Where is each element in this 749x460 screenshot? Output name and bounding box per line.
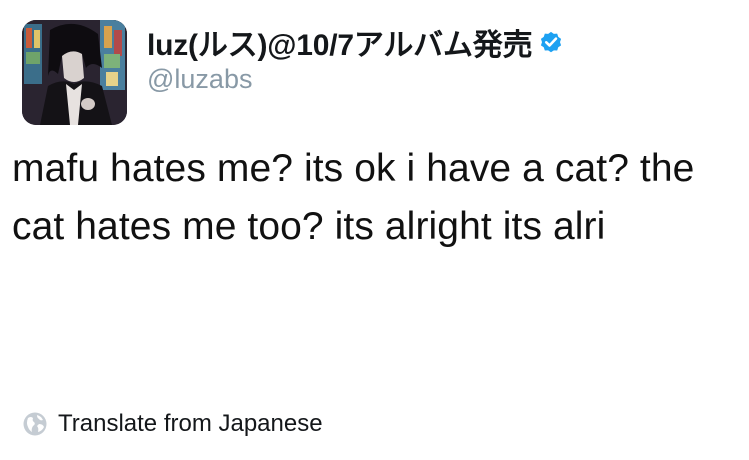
avatar-image [22,20,127,125]
avatar[interactable] [22,20,127,125]
author-handle[interactable]: @luzabs [147,64,564,95]
author-names: luz(ルス)@10/7アルバム発売 @luzabs [147,22,564,95]
author-display-name[interactable]: luz(ルス)@10/7アルバム発売 [147,20,533,64]
translate-link[interactable]: Translate from Japanese [22,410,323,438]
tweet-text: mafu hates me? its ok i have a cat? the … [12,147,695,248]
tweet-card: luz(ルス)@10/7アルバム発売 @luzabs mafu hates me… [0,0,749,460]
globe-icon [22,411,48,437]
translate-label: Translate from Japanese [58,410,323,437]
verified-badge-icon [538,29,564,55]
display-name-row: luz(ルス)@10/7アルバム発売 [147,22,564,62]
tweet-header: luz(ルス)@10/7アルバム発売 @luzabs [22,20,564,125]
